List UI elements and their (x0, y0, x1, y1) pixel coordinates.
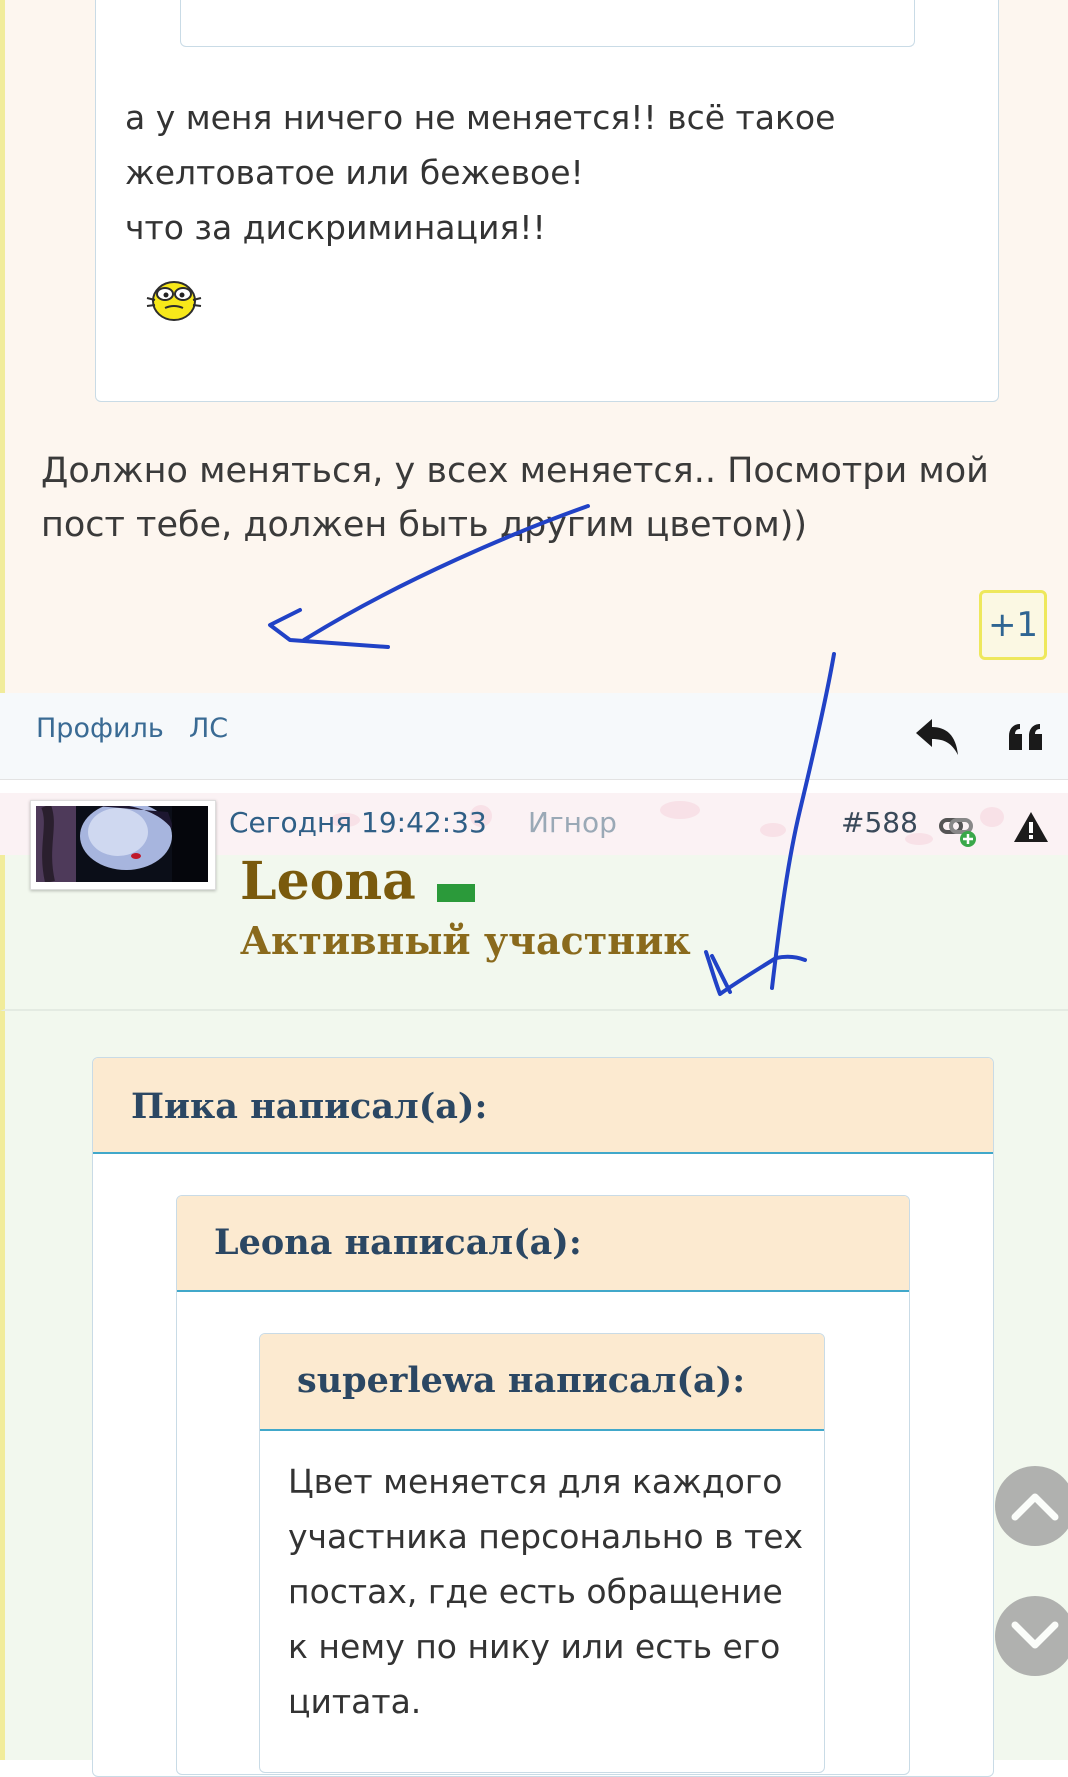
quoted-text-line: а у меня ничего не меняется!! всё такое (125, 98, 836, 137)
post-author-name[interactable]: Leona (240, 851, 416, 912)
link-icon[interactable] (938, 812, 978, 848)
quote-icon[interactable] (1005, 720, 1049, 756)
online-status-indicator (437, 884, 475, 902)
avatar[interactable] (36, 806, 208, 882)
nested-quote-box-previous (180, 0, 915, 47)
profile-link[interactable]: Профиль (36, 713, 164, 744)
quoted-text-line: что за дискриминация!! (125, 208, 546, 247)
warning-icon[interactable] (1012, 810, 1050, 844)
post-date: Сегодня 19:42:33 (229, 806, 487, 839)
quote-text: Цвет меняется для каждого участника перс… (288, 1462, 804, 1721)
smiley-icon (146, 281, 202, 321)
private-message-link[interactable]: ЛС (189, 713, 228, 744)
user-rank: Активный участник (240, 918, 691, 963)
quote-author: Leona написал(а): (177, 1196, 909, 1292)
ignore-link[interactable]: Игнор (528, 806, 617, 839)
scroll-down-button[interactable] (995, 1596, 1068, 1676)
post-number-link[interactable]: #588 (841, 806, 918, 839)
quoted-text-line: желтоватое или бежевое! (125, 153, 584, 192)
plus-one-button[interactable]: +1 (979, 590, 1047, 660)
quote-author: superlewa написал(а): (260, 1334, 824, 1431)
post-footer: Профиль ЛС (0, 693, 1068, 780)
post-588-previous: а у меня ничего не меняется!! всё такое … (0, 0, 1068, 780)
post-text: Должно меняться, у всех меняется.. Посмо… (41, 451, 989, 545)
chevron-down-icon (1011, 1621, 1059, 1649)
quote-block-inner: superlewa написал(а): Цвет меняется для … (259, 1333, 825, 1773)
chevron-up-icon (1011, 1493, 1059, 1521)
quote-author: Пика написал(а): (93, 1058, 993, 1154)
reply-icon[interactable] (912, 715, 962, 759)
scroll-up-button[interactable] (995, 1466, 1068, 1546)
